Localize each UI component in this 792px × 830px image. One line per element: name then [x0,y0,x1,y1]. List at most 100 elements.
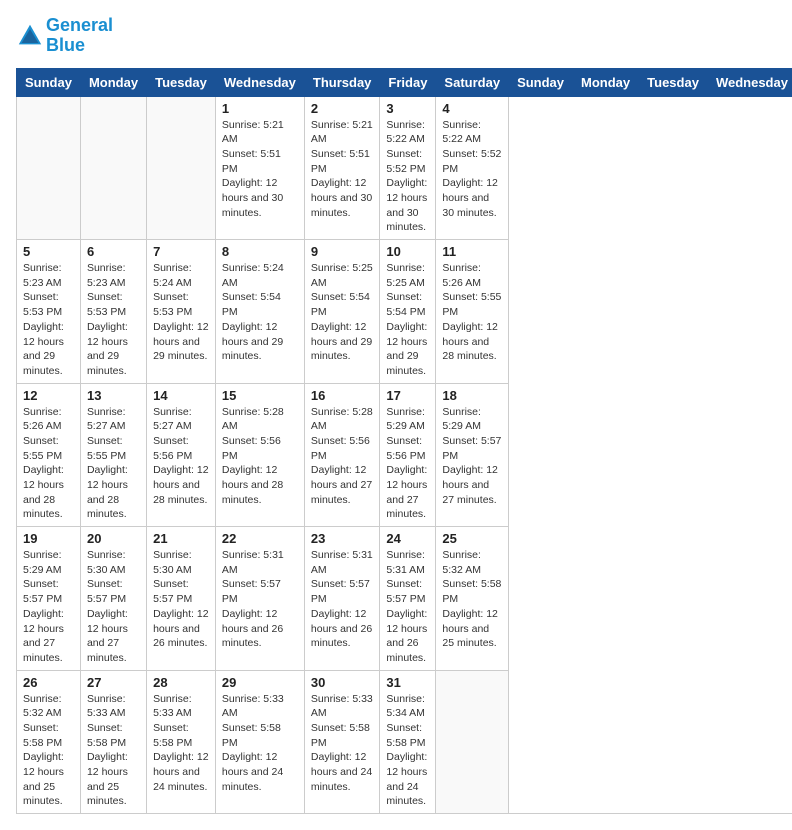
day-info: Sunrise: 5:23 AM Sunset: 5:53 PM Dayligh… [23,261,74,379]
col-header-saturday: Saturday [436,68,509,96]
day-number: 24 [386,531,429,546]
day-number: 29 [222,675,298,690]
week-row-4: 19Sunrise: 5:29 AM Sunset: 5:57 PM Dayli… [17,527,792,671]
day-info: Sunrise: 5:24 AM Sunset: 5:53 PM Dayligh… [153,261,209,364]
day-number: 28 [153,675,209,690]
day-info: Sunrise: 5:25 AM Sunset: 5:54 PM Dayligh… [311,261,374,364]
day-cell: 31 Sunrise: 5:34 AM Sunset: 5:58 PM Dayli… [380,670,436,814]
day-cell: 3 Sunrise: 5:22 AM Sunset: 5:52 PM Daylig… [380,96,436,240]
logo-icon [16,22,44,50]
day-info: Sunrise: 5:28 AM Sunset: 5:56 PM Dayligh… [222,405,298,508]
day-cell: 12 Sunrise: 5:26 AM Sunset: 5:55 PM Dayli… [17,383,81,527]
col-header-friday: Friday [380,68,436,96]
week-row-1: 1 Sunrise: 5:21 AM Sunset: 5:51 PM Daylig… [17,96,792,240]
day-cell: 29 Sunrise: 5:33 AM Sunset: 5:58 PM Dayli… [215,670,304,814]
day-cell: 2Sunrise: 5:21 AM Sunset: 5:51 PM Daylig… [304,96,380,240]
day-info: Sunrise: 5:21 AM Sunset: 5:51 PM Dayligh… [311,118,374,221]
day-info: Sunrise: 5:22 AM Sunset: 5:52 PM Dayligh… [386,118,429,236]
col-header-thursday: Thursday [304,68,380,96]
day-number: 23 [311,531,374,546]
day-cell: 7 Sunrise: 5:24 AM Sunset: 5:53 PM Daylig… [147,240,216,384]
day-info: Sunrise: 5:28 AM Sunset: 5:56 PM Dayligh… [311,405,374,508]
day-cell: 14Sunrise: 5:27 AM Sunset: 5:56 PM Dayli… [147,383,216,527]
day-number: 18 [442,388,502,403]
day-info: Sunrise: 5:27 AM Sunset: 5:55 PM Dayligh… [87,405,140,523]
day-number: 20 [87,531,140,546]
day-number: 26 [23,675,74,690]
day-cell [80,96,146,240]
day-number: 6 [87,244,140,259]
day-info: Sunrise: 5:26 AM Sunset: 5:55 PM Dayligh… [23,405,74,523]
day-number: 25 [442,531,502,546]
day-cell: 4Sunrise: 5:22 AM Sunset: 5:52 PM Daylig… [436,96,509,240]
day-cell: 1Sunrise: 5:21 AM Sunset: 5:51 PM Daylig… [215,96,304,240]
day-info: Sunrise: 5:23 AM Sunset: 5:53 PM Dayligh… [87,261,140,379]
day-cell: 8 Sunrise: 5:24 AM Sunset: 5:54 PM Daylig… [215,240,304,384]
day-cell: 27 Sunrise: 5:33 AM Sunset: 5:58 PM Dayli… [80,670,146,814]
day-info: Sunrise: 5:30 AM Sunset: 5:57 PM Dayligh… [153,548,209,651]
col-header-wednesday: Wednesday [215,68,304,96]
col-header-monday: Monday [573,68,639,96]
day-cell: 20Sunrise: 5:30 AM Sunset: 5:57 PM Dayli… [80,527,146,671]
day-info: Sunrise: 5:29 AM Sunset: 5:56 PM Dayligh… [386,405,429,523]
day-number: 27 [87,675,140,690]
day-number: 11 [442,244,502,259]
day-cell: 19Sunrise: 5:29 AM Sunset: 5:57 PM Dayli… [17,527,81,671]
col-header-monday: Monday [80,68,146,96]
day-number: 5 [23,244,74,259]
day-cell: 11 Sunrise: 5:26 AM Sunset: 5:55 PM Dayli… [436,240,509,384]
day-cell: 22 Sunrise: 5:31 AM Sunset: 5:57 PM Dayli… [215,527,304,671]
day-cell [436,670,509,814]
day-number: 4 [442,101,502,116]
day-cell: 9Sunrise: 5:25 AM Sunset: 5:54 PM Daylig… [304,240,380,384]
week-row-3: 12 Sunrise: 5:26 AM Sunset: 5:55 PM Dayli… [17,383,792,527]
day-number: 12 [23,388,74,403]
day-cell [17,96,81,240]
day-info: Sunrise: 5:31 AM Sunset: 5:57 PM Dayligh… [222,548,298,651]
day-info: Sunrise: 5:33 AM Sunset: 5:58 PM Dayligh… [311,692,374,795]
day-number: 17 [386,388,429,403]
day-number: 7 [153,244,209,259]
day-cell: 30Sunrise: 5:33 AM Sunset: 5:58 PM Dayli… [304,670,380,814]
day-number: 8 [222,244,298,259]
day-info: Sunrise: 5:33 AM Sunset: 5:58 PM Dayligh… [87,692,140,810]
day-cell: 5 Sunrise: 5:23 AM Sunset: 5:53 PM Daylig… [17,240,81,384]
day-cell: 25 Sunrise: 5:32 AM Sunset: 5:58 PM Dayli… [436,527,509,671]
calendar-table: SundayMondayTuesdayWednesdayThursdayFrid… [16,68,792,815]
day-cell: 26 Sunrise: 5:32 AM Sunset: 5:58 PM Dayli… [17,670,81,814]
day-info: Sunrise: 5:34 AM Sunset: 5:58 PM Dayligh… [386,692,429,810]
day-info: Sunrise: 5:32 AM Sunset: 5:58 PM Dayligh… [23,692,74,810]
day-info: Sunrise: 5:32 AM Sunset: 5:58 PM Dayligh… [442,548,502,651]
day-cell: 13Sunrise: 5:27 AM Sunset: 5:55 PM Dayli… [80,383,146,527]
logo: General Blue [16,16,113,56]
day-number: 3 [386,101,429,116]
day-info: Sunrise: 5:29 AM Sunset: 5:57 PM Dayligh… [23,548,74,666]
day-cell: 15 Sunrise: 5:28 AM Sunset: 5:56 PM Dayli… [215,383,304,527]
day-cell: 10 Sunrise: 5:25 AM Sunset: 5:54 PM Dayli… [380,240,436,384]
day-number: 1 [222,101,298,116]
col-header-tuesday: Tuesday [639,68,708,96]
day-info: Sunrise: 5:26 AM Sunset: 5:55 PM Dayligh… [442,261,502,364]
day-number: 22 [222,531,298,546]
day-info: Sunrise: 5:24 AM Sunset: 5:54 PM Dayligh… [222,261,298,364]
day-number: 21 [153,531,209,546]
day-info: Sunrise: 5:33 AM Sunset: 5:58 PM Dayligh… [153,692,209,795]
day-cell [147,96,216,240]
day-number: 15 [222,388,298,403]
day-cell: 21 Sunrise: 5:30 AM Sunset: 5:57 PM Dayli… [147,527,216,671]
week-row-5: 26 Sunrise: 5:32 AM Sunset: 5:58 PM Dayli… [17,670,792,814]
col-header-sunday: Sunday [17,68,81,96]
day-info: Sunrise: 5:25 AM Sunset: 5:54 PM Dayligh… [386,261,429,379]
day-cell: 24Sunrise: 5:31 AM Sunset: 5:57 PM Dayli… [380,527,436,671]
day-number: 16 [311,388,374,403]
day-number: 10 [386,244,429,259]
day-cell: 6 Sunrise: 5:23 AM Sunset: 5:53 PM Daylig… [80,240,146,384]
day-info: Sunrise: 5:29 AM Sunset: 5:57 PM Dayligh… [442,405,502,508]
header-row: SundayMondayTuesdayWednesdayThursdayFrid… [17,68,792,96]
day-cell: 17 Sunrise: 5:29 AM Sunset: 5:56 PM Dayli… [380,383,436,527]
day-number: 31 [386,675,429,690]
col-header-sunday: Sunday [509,68,573,96]
day-number: 14 [153,388,209,403]
day-info: Sunrise: 5:33 AM Sunset: 5:58 PM Dayligh… [222,692,298,795]
page-header: General Blue [16,16,776,56]
